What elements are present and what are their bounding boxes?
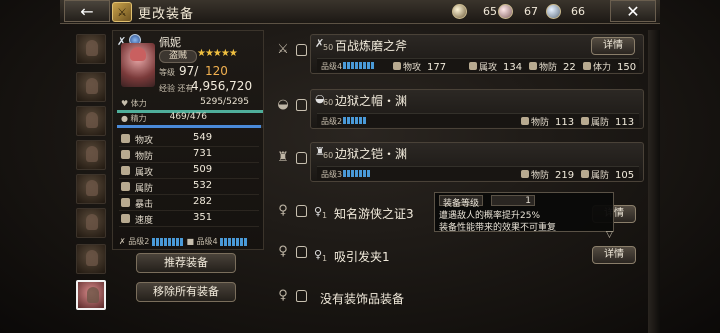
- party-member-portrait[interactable]: [76, 140, 106, 170]
- element-attack-icon: [121, 166, 130, 175]
- character-name: 佩妮: [159, 36, 181, 49]
- accessory-icon: ♀: [314, 248, 323, 261]
- hp-row: ♥ 体力 5295/5295: [117, 97, 263, 113]
- gem-white-icon: [452, 4, 467, 19]
- lock-icon[interactable]: [296, 246, 307, 258]
- gem-pink-icon: [498, 4, 513, 19]
- details-button[interactable]: 详情: [591, 37, 635, 55]
- tooltip-pointer-icon: ▽: [606, 230, 613, 240]
- equipment-card[interactable]: ◒ 60 边狱之帽・渊 品级2 物防 113 属防 113: [310, 89, 644, 129]
- currency-gem-white: 65: [452, 4, 497, 19]
- level-max: 120: [205, 64, 228, 78]
- helmet-slot-icon: ◒: [277, 97, 289, 112]
- accessory-slot-icon: ♀: [278, 244, 288, 259]
- weapon-slot-icon: ⚔: [277, 42, 289, 57]
- page-title: 更改装备: [138, 7, 195, 22]
- accessory-slot-icon: ♀: [278, 203, 288, 218]
- remove-all-equipment-button[interactable]: 移除所有装备: [136, 282, 236, 302]
- scrollbar[interactable]: [648, 30, 660, 333]
- level-label: 等级: [159, 68, 175, 77]
- party-member-portrait[interactable]: [76, 244, 106, 274]
- details-button[interactable]: 详情: [592, 246, 636, 264]
- back-button[interactable]: ←: [64, 0, 110, 22]
- stat-row: 暴击 282: [119, 196, 259, 211]
- armor-icon: ■: [186, 237, 194, 246]
- currency-gem-blue: 66: [546, 4, 585, 19]
- level-value: 97/: [179, 64, 199, 78]
- element-defense-icon: [121, 182, 130, 191]
- equipment-card[interactable]: 没有装饰品装备: [310, 280, 644, 320]
- stat-row: 属防 532: [119, 180, 259, 195]
- job-badge: 盗贼: [159, 50, 197, 63]
- party-member-portrait[interactable]: [76, 72, 106, 102]
- equipment-tooltip: 装备等级 1 遭遇敌人的概率提升25% 装备性能带来的效果不可重复: [434, 192, 614, 233]
- physical-attack-icon: [121, 134, 130, 143]
- equipment-slot-accessory-3[interactable]: ♀ 没有装饰品装备: [268, 278, 648, 322]
- gem-blue-icon: [546, 4, 561, 19]
- lock-icon[interactable]: [296, 99, 307, 111]
- lock-icon[interactable]: [296, 290, 307, 302]
- equipment-card[interactable]: ♜ 60 边狱之铠・渊 品级3 物防 219 属防 105: [310, 142, 644, 182]
- lock-icon[interactable]: [296, 44, 307, 56]
- party-member-portrait[interactable]: [76, 34, 106, 64]
- party-member-portrait[interactable]: [76, 174, 106, 204]
- equipment-card[interactable]: ♀ 1 吸引发夹1 详情: [310, 236, 644, 276]
- stat-row: 物防 731: [119, 148, 259, 163]
- party-member-portrait[interactable]: [76, 208, 106, 238]
- armor-slot-icon: ♜: [277, 150, 289, 165]
- mp-row: ● 精力 469/476: [117, 112, 263, 128]
- energy-icon: ● 精力: [121, 114, 147, 123]
- equipment-slot-accessory-2[interactable]: ♀ ♀ 1 吸引发夹1 详情: [268, 234, 648, 278]
- exp-value: 4,956,720: [191, 79, 253, 93]
- equipment-slot-helmet[interactable]: ◒ ◒ 60 边狱之帽・渊 品级2 物防 113 属防 113: [268, 87, 648, 131]
- character-stats-panel: ✗ 佩妮 盗贼 ★★★★★ 等级 97/ 120 经验 还有 4,956,720…: [112, 30, 264, 250]
- lock-icon[interactable]: [296, 205, 307, 217]
- weapon-grade-row: ✗ 品级2 ■ 品级4: [119, 236, 265, 248]
- exp-label: 经验 还有: [159, 84, 194, 93]
- physical-defense-icon: [121, 150, 130, 159]
- stat-row: 属攻 509: [119, 164, 259, 179]
- stat-row: 物攻 549: [119, 132, 259, 147]
- equipment-card[interactable]: ✗ 50 百战炼磨之斧 详情 品级4 物攻 177 属攻 134 物防 22 体力 15…: [310, 34, 644, 74]
- equipment-slot-weapon[interactable]: ⚔ ✗ 50 百战炼磨之斧 详情 品级4 物攻 177 属攻 134 物防 22 体力…: [268, 32, 648, 76]
- equipment-list: ⚔ ✗ 50 百战炼磨之斧 详情 品级4 物攻 177 属攻 134 物防 22 体力…: [268, 30, 648, 333]
- party-member-portrait[interactable]: [76, 106, 106, 136]
- critical-icon: [121, 198, 130, 207]
- stat-row: 速度 351: [119, 212, 259, 227]
- game-screen: ← ⚔ 更改装备 65 67 66 ✕ ✗ 佩妮 盗贼 ★★★★★ 等级 97/…: [0, 0, 720, 333]
- star-rating: ★★★★★: [197, 48, 238, 59]
- equipment-slot-armor[interactable]: ♜ ♜ 60 边狱之铠・渊 品级3 物防 219 属防 105: [268, 140, 648, 184]
- equipment-stats: 品级2 物防 113 属防 113: [317, 113, 639, 128]
- speed-icon: [121, 214, 130, 223]
- currency-gem-pink: 67: [498, 4, 538, 19]
- close-button[interactable]: ✕: [610, 0, 656, 22]
- accessory-slot-icon: ♀: [278, 288, 288, 303]
- sword-icon: ✗: [119, 237, 126, 246]
- party-list: [72, 30, 110, 322]
- lock-icon[interactable]: [296, 152, 307, 164]
- party-member-portrait-selected[interactable]: [76, 280, 106, 310]
- equipment-stats: 品级4 物攻 177 属攻 134 物防 22 体力 150: [317, 58, 639, 73]
- recommend-equipment-button[interactable]: 推荐装备: [136, 253, 236, 273]
- accessory-icon: ♀: [314, 205, 323, 218]
- equipment-title-icon: ⚔: [112, 2, 132, 22]
- character-avatar: [121, 43, 155, 87]
- heart-icon: ♥ 体力: [121, 99, 147, 108]
- equipment-stats: 品级3 物防 219 属防 105: [317, 166, 639, 181]
